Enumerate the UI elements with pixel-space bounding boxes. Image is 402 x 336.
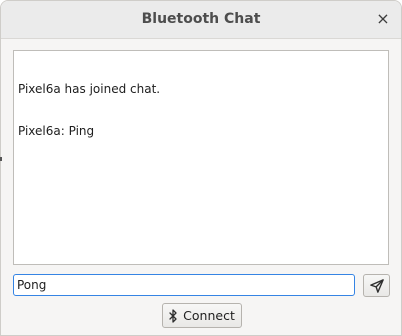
close-icon[interactable]: ×: [373, 9, 393, 29]
bluetooth-icon: [169, 308, 177, 323]
connect-button[interactable]: Connect: [162, 303, 242, 328]
message-input[interactable]: [13, 274, 355, 296]
titlebar: Bluetooth Chat ×: [1, 1, 401, 39]
edge-mark: [0, 157, 2, 161]
chat-message: Pixel6a: Ping: [18, 124, 95, 138]
chat-log[interactable]: Pixel6a has joined chat. Pixel6a: Ping: [13, 50, 389, 265]
chat-message: Pixel6a has joined chat.: [18, 82, 161, 96]
window-title: Bluetooth Chat: [141, 11, 261, 27]
dialog-window: Bluetooth Chat × Pixel6a has joined chat…: [0, 0, 402, 336]
connect-label: Connect: [183, 308, 235, 323]
send-button[interactable]: [363, 274, 390, 297]
send-icon: [369, 278, 384, 293]
